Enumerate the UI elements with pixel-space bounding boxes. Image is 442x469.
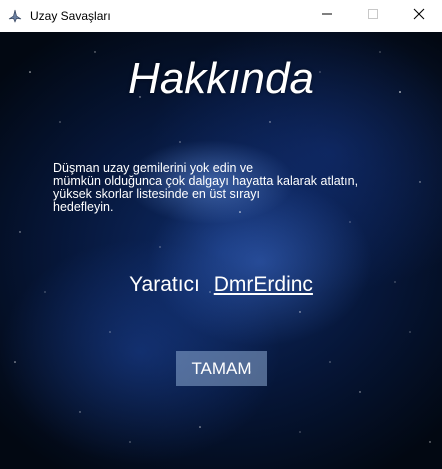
ok-button[interactable]: TAMAM [176, 351, 267, 386]
description-line: hedefleyin. [53, 200, 114, 214]
maximize-icon [367, 7, 379, 25]
close-icon [413, 7, 425, 25]
creator-link[interactable]: DmrErdinc [214, 273, 313, 296]
maximize-button[interactable] [350, 0, 396, 32]
app-window: Uzay Savaşları Hakkında Düşman uzay gemi… [0, 0, 442, 469]
minimize-button[interactable] [304, 0, 350, 32]
page-title: Hakkında [128, 54, 314, 103]
window-title: Uzay Savaşları [30, 9, 111, 23]
description-text: Düşman uzay gemilerini yok edin ve mümkü… [53, 162, 388, 214]
spaceship-icon [8, 9, 22, 23]
close-button[interactable] [396, 0, 442, 32]
about-screen: Hakkında Düşman uzay gemilerini yok edin… [0, 32, 442, 469]
title-bar[interactable]: Uzay Savaşları [0, 0, 442, 32]
creator-credit: Yaratıcı DmrErdinc [0, 273, 442, 297]
creator-label: Yaratıcı [129, 273, 200, 296]
minimize-icon [321, 7, 333, 25]
